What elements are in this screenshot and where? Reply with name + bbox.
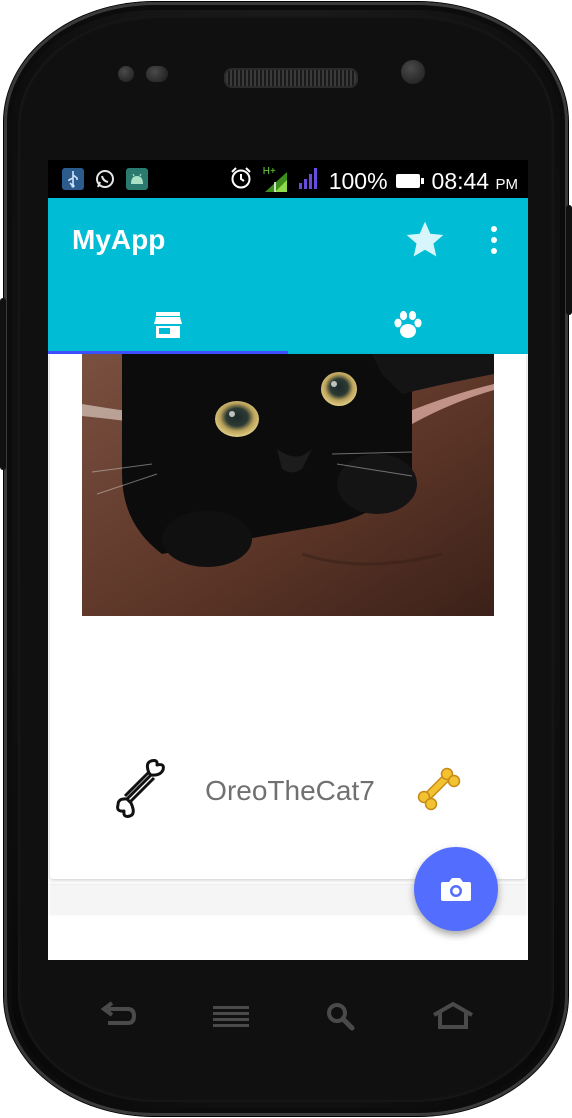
search-icon <box>327 1003 355 1031</box>
cat-name-label: OreoTheCat7 <box>205 775 375 806</box>
sensor-dot <box>146 66 168 82</box>
screen: H+ 100% 08:44 PM MyApp OreoTheCat7 <box>48 160 528 960</box>
whatsapp-icon <box>94 168 116 190</box>
back-key[interactable] <box>93 996 143 1036</box>
signal-strength-icon <box>297 166 321 196</box>
power-button <box>566 205 572 315</box>
bone-filled-icon[interactable] <box>414 764 464 814</box>
tab-store[interactable] <box>48 296 288 354</box>
star-icon <box>406 221 444 257</box>
battery-percent: 100% <box>328 167 388 194</box>
pet-card[interactable]: OreoTheCat7 <box>50 354 526 879</box>
app-bar: MyApp <box>48 198 528 354</box>
more-vert-icon <box>491 226 497 232</box>
status-bar: H+ 100% 08:44 PM <box>48 160 528 198</box>
app-title: MyApp <box>72 224 166 255</box>
menu-key[interactable] <box>206 996 256 1036</box>
paw-icon <box>394 310 422 338</box>
usb-icon <box>62 168 84 190</box>
hplus-signal-icon: H+ <box>261 166 289 194</box>
ampm-label: PM <box>495 175 519 193</box>
favorite-button[interactable] <box>403 218 447 262</box>
tab-pets[interactable] <box>288 296 528 354</box>
volume-button <box>0 298 6 470</box>
bone-outline-icon[interactable] <box>110 758 172 820</box>
camera-icon <box>441 878 471 901</box>
home-icon <box>432 1001 474 1029</box>
alarm-clock-icon <box>229 166 253 196</box>
time-label: 08:44 <box>431 167 490 194</box>
cat-photo <box>82 354 494 616</box>
clock-time: 08:44 PM <box>432 168 518 195</box>
home-key[interactable] <box>428 996 478 1036</box>
back-icon <box>100 1001 137 1025</box>
menu-icon <box>213 1006 249 1027</box>
earpiece-speaker <box>224 68 358 88</box>
store-icon <box>154 312 182 338</box>
overflow-menu-button[interactable] <box>482 222 506 258</box>
camera-fab-button[interactable] <box>414 847 498 931</box>
front-camera <box>401 60 425 84</box>
android-debug-icon <box>126 168 148 190</box>
sensor-dot <box>118 66 134 82</box>
battery-icon <box>395 174 424 188</box>
search-key[interactable] <box>316 996 366 1036</box>
